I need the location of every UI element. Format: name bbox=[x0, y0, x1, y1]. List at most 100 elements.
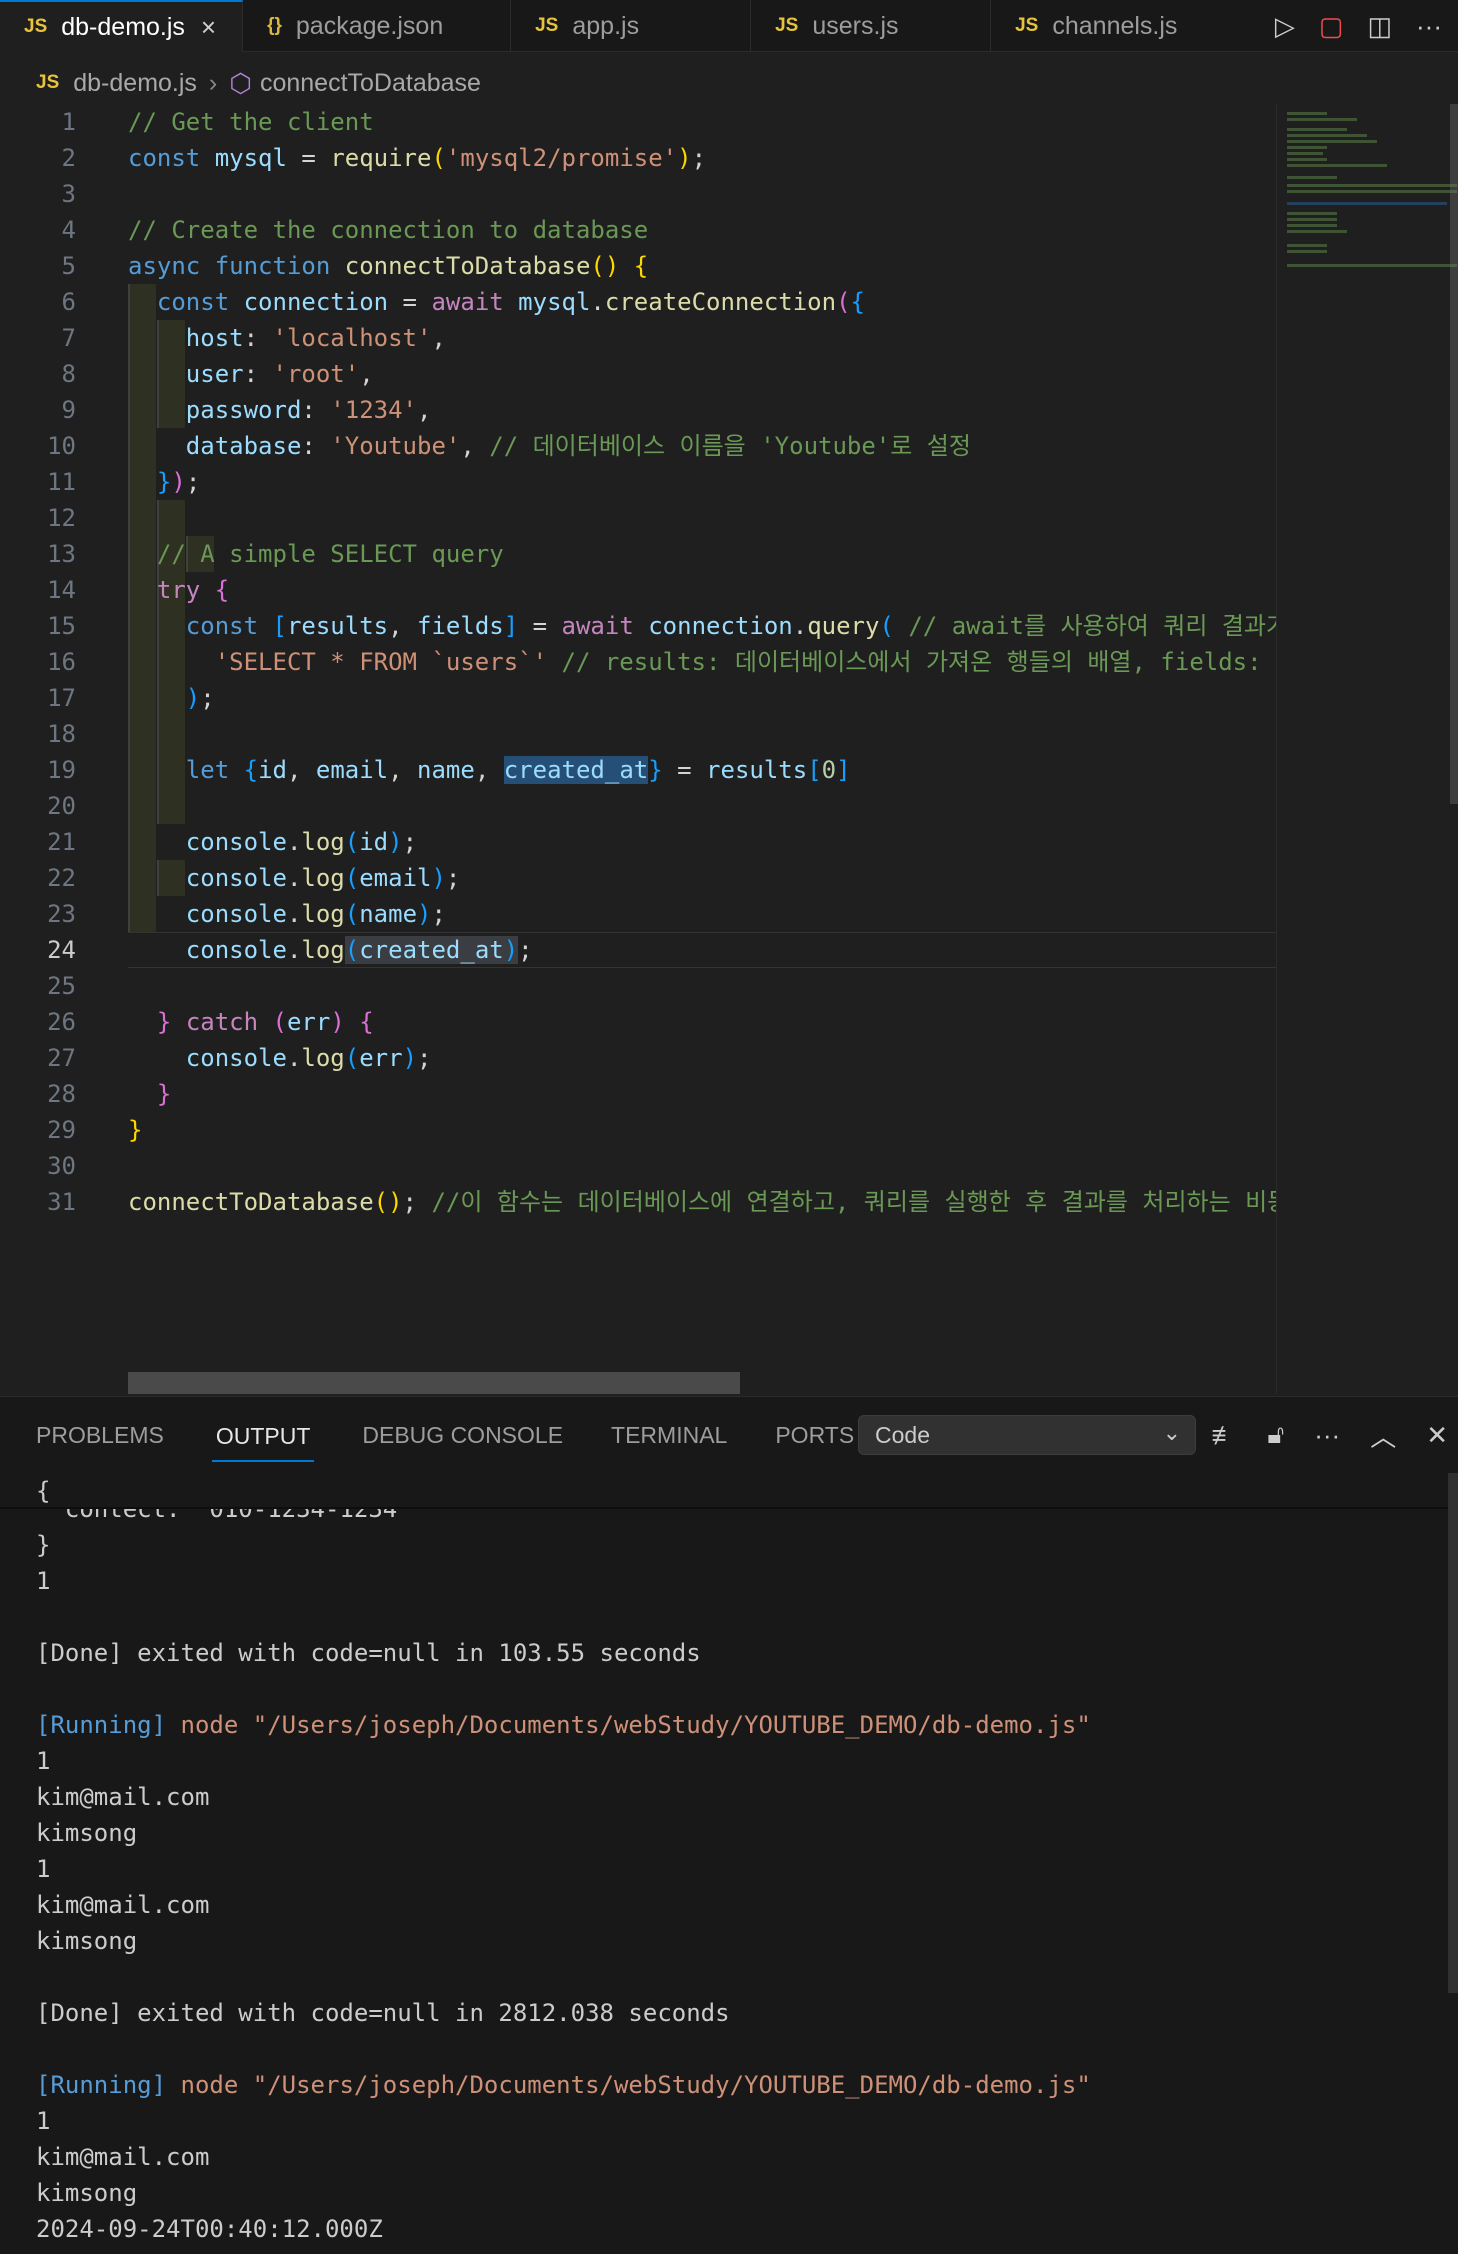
function-call: log bbox=[301, 900, 345, 928]
breadcrumb-symbol[interactable]: connectToDatabase bbox=[260, 69, 481, 98]
code-line: // Create the connection to database bbox=[128, 212, 1276, 248]
line-number: 25 bbox=[47, 972, 76, 1000]
output-line: 1 bbox=[36, 2107, 51, 2135]
tab-label: app.js bbox=[572, 11, 640, 40]
code-line: database: 'Youtube', // 데이터베이스 이름을 'Yout… bbox=[185, 432, 971, 460]
line-number: 21 bbox=[47, 828, 76, 856]
identifier: mysql bbox=[214, 144, 287, 172]
identifier: email bbox=[315, 756, 389, 784]
keyword: catch bbox=[185, 1008, 259, 1036]
breadcrumb-file[interactable]: db-demo.js bbox=[73, 69, 197, 98]
code-line: const connection = await mysql.createCon… bbox=[156, 288, 865, 316]
close-icon[interactable]: × bbox=[201, 12, 216, 43]
comment: // 데이터베이스 이름을 'Youtube'로 설정 bbox=[489, 432, 971, 460]
tab-terminal[interactable]: TERMINAL bbox=[611, 1422, 727, 1449]
identifier: id bbox=[359, 828, 389, 856]
stop-icon[interactable]: ▢ bbox=[1319, 11, 1344, 42]
string: 'mysql2/promise' bbox=[445, 144, 678, 172]
tab-label: users.js bbox=[812, 11, 899, 40]
output-line: 1 bbox=[36, 1855, 51, 1883]
identifier: name bbox=[417, 756, 475, 784]
running-command: node "/Users/joseph/Documents/webStudy/Y… bbox=[180, 2071, 1091, 2099]
code-editor[interactable]: 1 2 3 4 5 6 7 8 9 10 11 12 13 14 15 16 1… bbox=[0, 104, 1458, 1394]
more-icon[interactable]: ··· bbox=[1314, 1420, 1340, 1451]
identifier: console bbox=[185, 1044, 287, 1072]
comment: // Get the client bbox=[128, 108, 374, 136]
line-number: 15 bbox=[47, 612, 76, 640]
close-panel-icon[interactable]: ✕ bbox=[1426, 1420, 1448, 1451]
line-number-gutter: 1 2 3 4 5 6 7 8 9 10 11 12 13 14 15 16 1… bbox=[0, 104, 110, 1220]
output-line: kimsong bbox=[36, 1927, 138, 1955]
running-tag: [Running] bbox=[36, 2071, 167, 2099]
tab-db-demo-js[interactable]: JS db-demo.js × bbox=[0, 0, 244, 52]
code-line: console.log(id); bbox=[185, 828, 418, 856]
output-channel-select[interactable]: Code ⌄ bbox=[858, 1415, 1196, 1455]
function-call: log bbox=[301, 1044, 345, 1072]
code-line: } catch (err) { bbox=[156, 1008, 374, 1036]
tab-ports[interactable]: PORTS bbox=[775, 1422, 854, 1449]
identifier: results bbox=[286, 612, 389, 640]
vertical-scrollbar[interactable] bbox=[1450, 104, 1458, 804]
identifier: console bbox=[185, 900, 287, 928]
output-line: [Done] exited with code=null in 2812.038… bbox=[36, 1999, 730, 2027]
function-symbol-icon: ⬡ bbox=[229, 67, 252, 98]
lock-scroll-icon[interactable]: 🔓︎ bbox=[1267, 1419, 1284, 1451]
code-line: // Get the client bbox=[128, 104, 1276, 140]
comment: // await를 사용하여 쿼리 결과가 bbox=[908, 612, 1276, 640]
code-line: const mysql = require('mysql2/promise'); bbox=[128, 144, 707, 172]
run-icon[interactable]: ▷ bbox=[1275, 11, 1295, 42]
horizontal-scrollbar[interactable] bbox=[128, 1372, 740, 1394]
function-call: log bbox=[301, 864, 345, 892]
maximize-panel-icon[interactable]: ︿ bbox=[1370, 1417, 1396, 1454]
sticky-scroll-line: { bbox=[0, 1473, 1448, 1509]
split-editor-icon[interactable]: ◫ bbox=[1367, 11, 1392, 42]
line-number: 27 bbox=[47, 1044, 76, 1072]
output-view[interactable]: { contect: '010-1234-1234' } 1 [Done] ex… bbox=[0, 1473, 1458, 2254]
tab-app-js[interactable]: JS app.js bbox=[511, 0, 752, 52]
more-icon[interactable]: ··· bbox=[1416, 11, 1442, 42]
output-line: kim@mail.com bbox=[36, 2143, 210, 2171]
panel-actions: ≢ 🔓︎ ··· ︿ ✕ bbox=[1211, 1397, 1448, 1473]
code-area[interactable]: // Get the client const mysql = require(… bbox=[128, 104, 1276, 1220]
editor-actions: ▷ ▢ ◫ ··· bbox=[1275, 0, 1458, 52]
tab-problems[interactable]: PROBLEMS bbox=[36, 1422, 164, 1449]
identifier-highlighted: created_at bbox=[359, 936, 504, 964]
vertical-scrollbar[interactable] bbox=[1448, 1473, 1458, 1993]
line-number: 26 bbox=[47, 1008, 76, 1036]
function-call: query bbox=[807, 612, 880, 640]
identifier-highlighted: created_at bbox=[503, 756, 649, 784]
javascript-file-icon: JS bbox=[535, 15, 559, 36]
code-line: console.log(name); bbox=[185, 900, 446, 928]
line-number: 31 bbox=[47, 1188, 76, 1216]
identifier: id bbox=[258, 756, 287, 784]
operator: = bbox=[286, 144, 331, 172]
tab-users-js[interactable]: JS users.js bbox=[751, 0, 992, 52]
output-line: [Done] exited with code=null in 103.55 s… bbox=[36, 1639, 701, 1667]
line-number: 22 bbox=[47, 864, 76, 892]
code-line: } bbox=[128, 1116, 143, 1144]
tab-channels-js[interactable]: JS channels.js bbox=[991, 0, 1231, 52]
clear-output-icon[interactable]: ≢ bbox=[1211, 1420, 1237, 1451]
line-number: 12 bbox=[47, 504, 76, 532]
line-number: 20 bbox=[47, 792, 76, 820]
minimap[interactable] bbox=[1276, 104, 1458, 1394]
line-number: 2 bbox=[61, 144, 76, 172]
comment: // results: 데이터베이스에서 가져온 행들의 배열, fields:… bbox=[561, 648, 1276, 676]
tab-debug-console[interactable]: DEBUG CONSOLE bbox=[362, 1422, 563, 1449]
output-line: kim@mail.com bbox=[36, 1783, 210, 1811]
identifier: email bbox=[359, 864, 432, 892]
line-number: 9 bbox=[61, 396, 76, 424]
tab-package-json[interactable]: {} package.json bbox=[243, 0, 512, 52]
function-call: createConnection bbox=[604, 288, 837, 316]
tab-output[interactable]: OUTPUT bbox=[211, 1409, 315, 1462]
string: 'localhost' bbox=[272, 324, 432, 352]
line-number: 5 bbox=[61, 252, 76, 280]
identifier: results bbox=[706, 756, 808, 784]
